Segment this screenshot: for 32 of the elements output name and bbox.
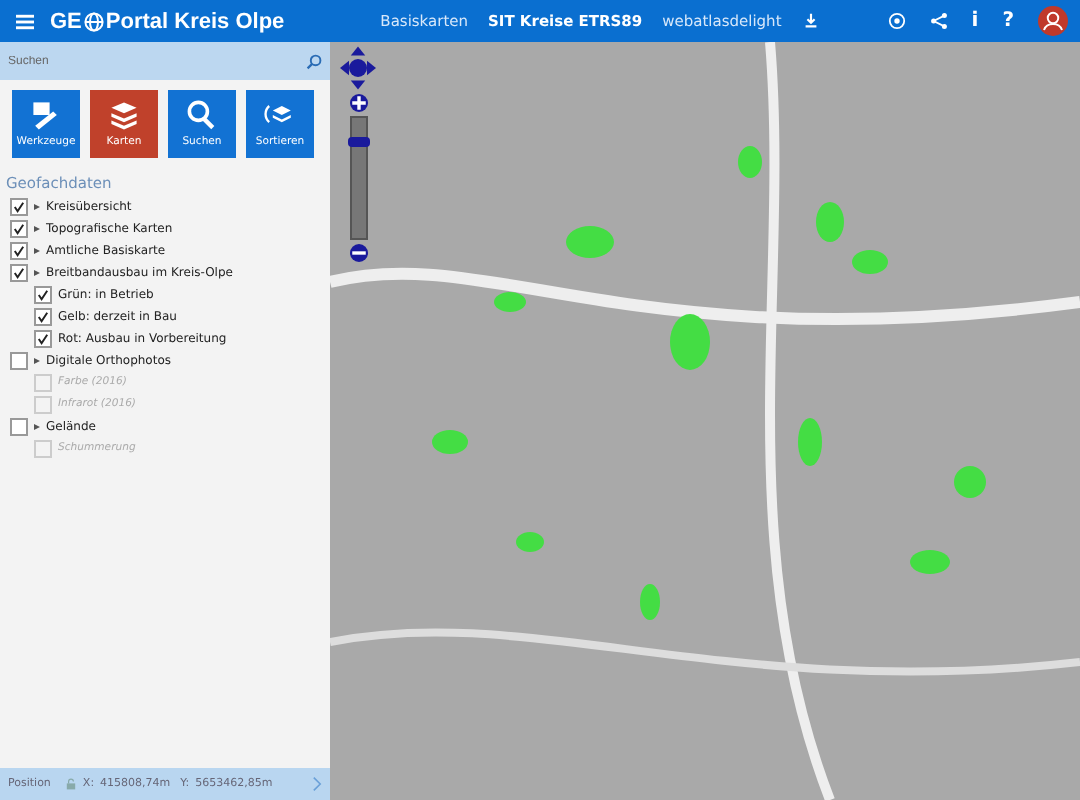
pan-control-icon[interactable] bbox=[340, 46, 376, 90]
expand-arrow-icon[interactable] bbox=[34, 203, 40, 209]
checkbox[interactable] bbox=[10, 197, 28, 215]
download-icon[interactable] bbox=[801, 12, 820, 30]
globe-icon bbox=[83, 11, 104, 31]
expand-arrow-icon[interactable] bbox=[34, 357, 40, 363]
plus-icon bbox=[349, 94, 367, 112]
share-icon[interactable] bbox=[929, 12, 948, 30]
logo-text: Portal Kreis Olpe bbox=[105, 9, 285, 33]
zoom-slider[interactable] bbox=[349, 116, 367, 240]
expand-arrow-icon[interactable] bbox=[34, 247, 40, 253]
checkbox[interactable] bbox=[10, 241, 28, 259]
expand-arrow-icon[interactable] bbox=[34, 423, 40, 429]
checkbox[interactable] bbox=[10, 263, 28, 281]
logo-text: GE bbox=[50, 9, 82, 33]
expand-arrow-icon[interactable] bbox=[34, 269, 40, 275]
expand-arrow-icon[interactable] bbox=[34, 225, 40, 231]
checkbox[interactable] bbox=[10, 219, 28, 237]
checkbox[interactable] bbox=[10, 417, 28, 435]
checkbox[interactable] bbox=[10, 351, 28, 369]
search-icon[interactable] bbox=[306, 53, 322, 69]
checkbox[interactable] bbox=[34, 329, 52, 347]
info-button[interactable]: i bbox=[971, 10, 979, 32]
zoom-slider-thumb[interactable] bbox=[347, 137, 369, 147]
help-button[interactable]: ? bbox=[1002, 10, 1014, 32]
target-icon[interactable] bbox=[887, 12, 906, 30]
checkbox[interactable] bbox=[34, 307, 52, 325]
user-avatar[interactable] bbox=[1038, 6, 1068, 36]
tool-icon bbox=[106, 100, 142, 130]
menu-icon[interactable] bbox=[16, 13, 34, 29]
checkbox[interactable] bbox=[34, 285, 52, 303]
tool-icon bbox=[184, 100, 220, 130]
